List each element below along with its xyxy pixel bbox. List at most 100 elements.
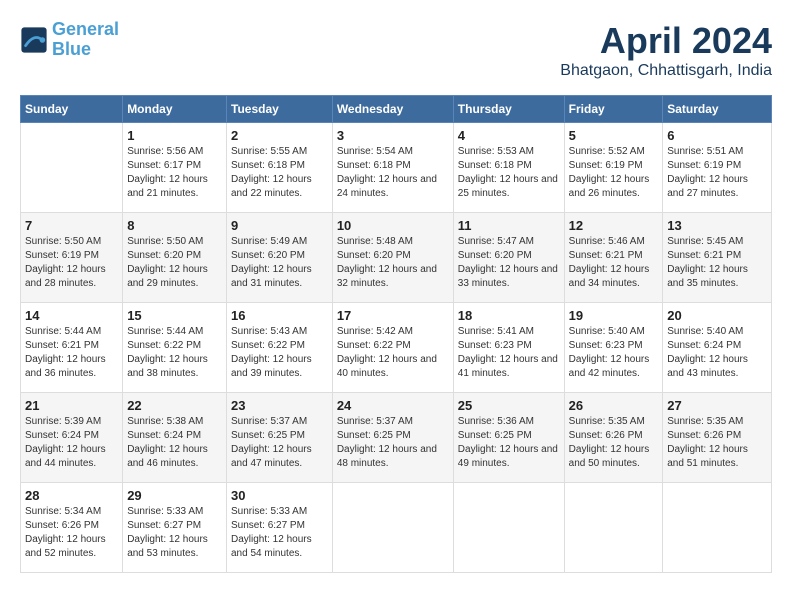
day-number: 6 (667, 128, 767, 143)
day-info: Sunrise: 5:44 AM Sunset: 6:21 PM Dayligh… (25, 325, 118, 381)
day-number: 24 (337, 398, 449, 413)
header-sunday: Sunday (21, 96, 123, 123)
day-info: Sunrise: 5:41 AM Sunset: 6:23 PM Dayligh… (458, 325, 560, 381)
day-info: Sunrise: 5:49 AM Sunset: 6:20 PM Dayligh… (231, 235, 328, 291)
day-info: Sunrise: 5:56 AM Sunset: 6:17 PM Dayligh… (127, 145, 222, 201)
table-row: 20Sunrise: 5:40 AM Sunset: 6:24 PM Dayli… (663, 303, 772, 393)
day-info: Sunrise: 5:47 AM Sunset: 6:20 PM Dayligh… (458, 235, 560, 291)
table-row: 17 Sunrise: 5:42 AM Sunset: 6:22 PM Dayli… (332, 303, 453, 393)
day-number: 5 (569, 128, 659, 143)
table-row: 18 Sunrise: 5:41 AM Sunset: 6:23 PM Dayli… (453, 303, 564, 393)
day-number: 10 (337, 218, 449, 233)
table-row: 28 Sunrise: 5:34 AM Sunset: 6:26 PM Dayli… (21, 483, 123, 573)
table-row: 8Sunrise: 5:50 AM Sunset: 6:20 PM Daylig… (123, 213, 227, 303)
day-number: 11 (458, 218, 560, 233)
day-number: 13 (667, 218, 767, 233)
day-number: 1 (127, 128, 222, 143)
day-number: 30 (231, 488, 328, 503)
day-info: Sunrise: 5:44 AM Sunset: 6:22 PM Dayligh… (127, 325, 222, 381)
day-info: Sunrise: 5:34 AM Sunset: 6:26 PM Dayligh… (25, 505, 118, 561)
day-number: 28 (25, 488, 118, 503)
day-info: Sunrise: 5:43 AM Sunset: 6:22 PM Dayligh… (231, 325, 328, 381)
day-info: Sunrise: 5:33 AM Sunset: 6:27 PM Dayligh… (231, 505, 328, 561)
day-info: Sunrise: 5:51 AM Sunset: 6:19 PM Dayligh… (667, 145, 767, 201)
day-info: Sunrise: 5:53 AM Sunset: 6:18 PM Dayligh… (458, 145, 560, 201)
day-number: 12 (569, 218, 659, 233)
table-row: 5Sunrise: 5:52 AM Sunset: 6:19 PM Daylig… (564, 123, 663, 213)
logo-text: General Blue (52, 20, 119, 60)
day-number: 8 (127, 218, 222, 233)
table-row: 2Sunrise: 5:55 AM Sunset: 6:18 PM Daylig… (227, 123, 333, 213)
day-info: Sunrise: 5:35 AM Sunset: 6:26 PM Dayligh… (569, 415, 659, 471)
calendar-week-row: 1 Sunrise: 5:56 AM Sunset: 6:17 PM Daylig… (21, 123, 772, 213)
day-number: 14 (25, 308, 118, 323)
day-number: 7 (25, 218, 118, 233)
day-info: Sunrise: 5:40 AM Sunset: 6:24 PM Dayligh… (667, 325, 767, 381)
day-info: Sunrise: 5:48 AM Sunset: 6:20 PM Dayligh… (337, 235, 449, 291)
table-row: 30 Sunrise: 5:33 AM Sunset: 6:27 PM Dayli… (227, 483, 333, 573)
day-info: Sunrise: 5:37 AM Sunset: 6:25 PM Dayligh… (231, 415, 328, 471)
day-info: Sunrise: 5:45 AM Sunset: 6:21 PM Dayligh… (667, 235, 767, 291)
day-number: 27 (667, 398, 767, 413)
calendar-week-row: 14 Sunrise: 5:44 AM Sunset: 6:21 PM Dayli… (21, 303, 772, 393)
day-number: 16 (231, 308, 328, 323)
header-saturday: Saturday (663, 96, 772, 123)
day-info: Sunrise: 5:37 AM Sunset: 6:25 PM Dayligh… (337, 415, 449, 471)
table-row: 15 Sunrise: 5:44 AM Sunset: 6:22 PM Dayli… (123, 303, 227, 393)
header-friday: Friday (564, 96, 663, 123)
calendar-week-row: 28 Sunrise: 5:34 AM Sunset: 6:26 PM Dayli… (21, 483, 772, 573)
table-row (453, 483, 564, 573)
logo-icon (20, 26, 48, 54)
table-row: 3Sunrise: 5:54 AM Sunset: 6:18 PM Daylig… (332, 123, 453, 213)
table-row: 14 Sunrise: 5:44 AM Sunset: 6:21 PM Dayli… (21, 303, 123, 393)
day-number: 23 (231, 398, 328, 413)
table-row: 12 Sunrise: 5:46 AM Sunset: 6:21 PM Dayli… (564, 213, 663, 303)
table-row: 10 Sunrise: 5:48 AM Sunset: 6:20 PM Dayli… (332, 213, 453, 303)
day-number: 15 (127, 308, 222, 323)
day-number: 26 (569, 398, 659, 413)
table-row: 23 Sunrise: 5:37 AM Sunset: 6:25 PM Dayli… (227, 393, 333, 483)
table-row: 13 Sunrise: 5:45 AM Sunset: 6:21 PM Dayli… (663, 213, 772, 303)
calendar-week-row: 21 Sunrise: 5:39 AM Sunset: 6:24 PM Dayli… (21, 393, 772, 483)
calendar-week-row: 7 Sunrise: 5:50 AM Sunset: 6:19 PM Daylig… (21, 213, 772, 303)
header-monday: Monday (123, 96, 227, 123)
calendar-header-row: Sunday Monday Tuesday Wednesday Thursday… (21, 96, 772, 123)
day-info: Sunrise: 5:50 AM Sunset: 6:19 PM Dayligh… (25, 235, 118, 291)
table-row: 1 Sunrise: 5:56 AM Sunset: 6:17 PM Daylig… (123, 123, 227, 213)
table-row: 11 Sunrise: 5:47 AM Sunset: 6:20 PM Dayli… (453, 213, 564, 303)
day-info: Sunrise: 5:36 AM Sunset: 6:25 PM Dayligh… (458, 415, 560, 471)
day-number: 18 (458, 308, 560, 323)
table-row (332, 483, 453, 573)
day-number: 9 (231, 218, 328, 233)
header: General Blue April 2024 Bhatgaon, Chhatt… (20, 20, 772, 80)
table-row: 24 Sunrise: 5:37 AM Sunset: 6:25 PM Dayli… (332, 393, 453, 483)
day-number: 2 (231, 128, 328, 143)
table-row: 4Sunrise: 5:53 AM Sunset: 6:18 PM Daylig… (453, 123, 564, 213)
table-row (564, 483, 663, 573)
month-title: April 2024 (560, 20, 772, 62)
table-row: 16 Sunrise: 5:43 AM Sunset: 6:22 PM Dayli… (227, 303, 333, 393)
table-row (663, 483, 772, 573)
day-info: Sunrise: 5:54 AM Sunset: 6:18 PM Dayligh… (337, 145, 449, 201)
table-row: 29Sunrise: 5:33 AM Sunset: 6:27 PM Dayli… (123, 483, 227, 573)
day-number: 21 (25, 398, 118, 413)
day-info: Sunrise: 5:39 AM Sunset: 6:24 PM Dayligh… (25, 415, 118, 471)
day-number: 22 (127, 398, 222, 413)
table-row: 21 Sunrise: 5:39 AM Sunset: 6:24 PM Dayli… (21, 393, 123, 483)
table-row: 9 Sunrise: 5:49 AM Sunset: 6:20 PM Daylig… (227, 213, 333, 303)
day-number: 19 (569, 308, 659, 323)
subtitle: Bhatgaon, Chhattisgarh, India (560, 62, 772, 80)
day-info: Sunrise: 5:46 AM Sunset: 6:21 PM Dayligh… (569, 235, 659, 291)
table-row: 7 Sunrise: 5:50 AM Sunset: 6:19 PM Daylig… (21, 213, 123, 303)
title-area: April 2024 Bhatgaon, Chhattisgarh, India (560, 20, 772, 80)
header-tuesday: Tuesday (227, 96, 333, 123)
table-row: 27Sunrise: 5:35 AM Sunset: 6:26 PM Dayli… (663, 393, 772, 483)
calendar-table: Sunday Monday Tuesday Wednesday Thursday… (20, 95, 772, 573)
day-number: 17 (337, 308, 449, 323)
day-info: Sunrise: 5:42 AM Sunset: 6:22 PM Dayligh… (337, 325, 449, 381)
table-row: 6 Sunrise: 5:51 AM Sunset: 6:19 PM Daylig… (663, 123, 772, 213)
header-thursday: Thursday (453, 96, 564, 123)
day-info: Sunrise: 5:33 AM Sunset: 6:27 PM Dayligh… (127, 505, 222, 561)
table-row: 25Sunrise: 5:36 AM Sunset: 6:25 PM Dayli… (453, 393, 564, 483)
header-wednesday: Wednesday (332, 96, 453, 123)
